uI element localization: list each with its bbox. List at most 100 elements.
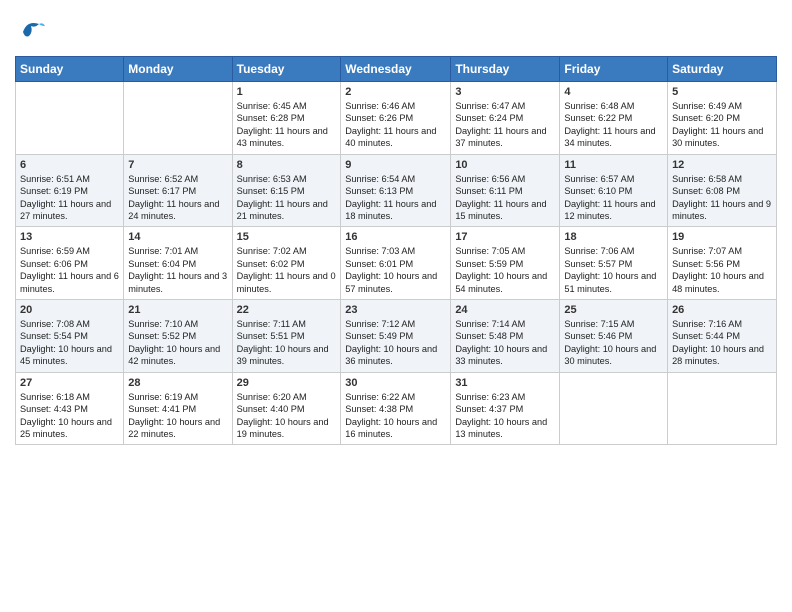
calendar-cell: 26 Sunrise: 7:16 AMSunset: 5:44 PMDayligh… bbox=[668, 300, 777, 373]
calendar-cell bbox=[124, 82, 232, 155]
calendar-cell: 29 Sunrise: 6:20 AMSunset: 4:40 PMDayligh… bbox=[232, 372, 341, 445]
cell-content: Sunrise: 6:53 AMSunset: 6:15 PMDaylight:… bbox=[237, 173, 337, 223]
cell-content: Sunrise: 6:20 AMSunset: 4:40 PMDaylight:… bbox=[237, 391, 337, 441]
cell-content: Sunrise: 6:19 AMSunset: 4:41 PMDaylight:… bbox=[128, 391, 227, 441]
cell-content: Sunrise: 7:15 AMSunset: 5:46 PMDaylight:… bbox=[564, 318, 663, 368]
calendar-cell: 27Sunrise: 6:18 AMSunset: 4:43 PMDayligh… bbox=[16, 372, 124, 445]
day-number: 18 bbox=[564, 231, 663, 243]
calendar-cell: 28 Sunrise: 6:19 AMSunset: 4:41 PMDayligh… bbox=[124, 372, 232, 445]
cell-content: Sunrise: 7:05 AMSunset: 5:59 PMDaylight:… bbox=[455, 245, 555, 295]
col-header-sunday: Sunday bbox=[16, 57, 124, 82]
day-number: 12 bbox=[672, 159, 772, 171]
day-number: 15 bbox=[237, 231, 337, 243]
cell-content: Sunrise: 6:23 AMSunset: 4:37 PMDaylight:… bbox=[455, 391, 555, 441]
calendar-cell: 17 Sunrise: 7:05 AMSunset: 5:59 PMDayligh… bbox=[451, 227, 560, 300]
calendar-cell: 8 Sunrise: 6:53 AMSunset: 6:15 PMDaylight… bbox=[232, 154, 341, 227]
calendar-cell: 21 Sunrise: 7:10 AMSunset: 5:52 PMDayligh… bbox=[124, 300, 232, 373]
calendar-cell: 1 Sunrise: 6:45 AMSunset: 6:28 PMDaylight… bbox=[232, 82, 341, 155]
day-number: 6 bbox=[20, 159, 119, 171]
calendar-cell: 5 Sunrise: 6:49 AMSunset: 6:20 PMDaylight… bbox=[668, 82, 777, 155]
day-number: 4 bbox=[564, 86, 663, 98]
day-number: 27 bbox=[20, 377, 119, 389]
cell-content: Sunrise: 7:06 AMSunset: 5:57 PMDaylight:… bbox=[564, 245, 663, 295]
cell-content: Sunrise: 6:54 AMSunset: 6:13 PMDaylight:… bbox=[345, 173, 446, 223]
logo bbox=[15, 16, 49, 48]
calendar-week-4: 20 Sunrise: 7:08 AMSunset: 5:54 PMDayligh… bbox=[16, 300, 777, 373]
col-header-wednesday: Wednesday bbox=[341, 57, 451, 82]
day-number: 30 bbox=[345, 377, 446, 389]
calendar-cell: 3Sunrise: 6:47 AMSunset: 6:24 PMDaylight… bbox=[451, 82, 560, 155]
day-number: 5 bbox=[672, 86, 772, 98]
day-number: 22 bbox=[237, 304, 337, 316]
calendar-cell: 16 Sunrise: 7:03 AMSunset: 6:01 PMDayligh… bbox=[341, 227, 451, 300]
calendar-cell: 30 Sunrise: 6:22 AMSunset: 4:38 PMDayligh… bbox=[341, 372, 451, 445]
cell-content: Sunrise: 6:48 AMSunset: 6:22 PMDaylight:… bbox=[564, 100, 663, 150]
day-number: 11 bbox=[564, 159, 663, 171]
calendar-cell: 22 Sunrise: 7:11 AMSunset: 5:51 PMDayligh… bbox=[232, 300, 341, 373]
calendar-cell: 15 Sunrise: 7:02 AMSunset: 6:02 PMDayligh… bbox=[232, 227, 341, 300]
calendar-cell: 23Sunrise: 7:12 AMSunset: 5:49 PMDayligh… bbox=[341, 300, 451, 373]
calendar-cell: 31 Sunrise: 6:23 AMSunset: 4:37 PMDayligh… bbox=[451, 372, 560, 445]
col-header-thursday: Thursday bbox=[451, 57, 560, 82]
calendar-cell: 13 Sunrise: 6:59 AMSunset: 6:06 PMDayligh… bbox=[16, 227, 124, 300]
col-header-saturday: Saturday bbox=[668, 57, 777, 82]
calendar-cell: 2 Sunrise: 6:46 AMSunset: 6:26 PMDaylight… bbox=[341, 82, 451, 155]
day-number: 29 bbox=[237, 377, 337, 389]
calendar-cell: 19Sunrise: 7:07 AMSunset: 5:56 PMDayligh… bbox=[668, 227, 777, 300]
day-number: 31 bbox=[455, 377, 555, 389]
day-number: 13 bbox=[20, 231, 119, 243]
cell-content: Sunrise: 6:47 AMSunset: 6:24 PMDaylight:… bbox=[455, 100, 555, 150]
col-header-friday: Friday bbox=[560, 57, 668, 82]
day-number: 24 bbox=[455, 304, 555, 316]
cell-content: Sunrise: 7:10 AMSunset: 5:52 PMDaylight:… bbox=[128, 318, 227, 368]
calendar-cell bbox=[560, 372, 668, 445]
day-number: 28 bbox=[128, 377, 227, 389]
calendar-week-5: 27Sunrise: 6:18 AMSunset: 4:43 PMDayligh… bbox=[16, 372, 777, 445]
cell-content: Sunrise: 6:52 AMSunset: 6:17 PMDaylight:… bbox=[128, 173, 227, 223]
day-number: 17 bbox=[455, 231, 555, 243]
cell-content: Sunrise: 7:11 AMSunset: 5:51 PMDaylight:… bbox=[237, 318, 337, 368]
day-number: 16 bbox=[345, 231, 446, 243]
cell-content: Sunrise: 6:56 AMSunset: 6:11 PMDaylight:… bbox=[455, 173, 555, 223]
calendar-cell: 4 Sunrise: 6:48 AMSunset: 6:22 PMDaylight… bbox=[560, 82, 668, 155]
cell-content: Sunrise: 6:46 AMSunset: 6:26 PMDaylight:… bbox=[345, 100, 446, 150]
cell-content: Sunrise: 6:49 AMSunset: 6:20 PMDaylight:… bbox=[672, 100, 772, 150]
day-number: 7 bbox=[128, 159, 227, 171]
cell-content: Sunrise: 7:02 AMSunset: 6:02 PMDaylight:… bbox=[237, 245, 337, 295]
day-number: 19 bbox=[672, 231, 772, 243]
calendar-cell: 6 Sunrise: 6:51 AMSunset: 6:19 PMDaylight… bbox=[16, 154, 124, 227]
day-number: 26 bbox=[672, 304, 772, 316]
calendar-cell: 20 Sunrise: 7:08 AMSunset: 5:54 PMDayligh… bbox=[16, 300, 124, 373]
cell-content: Sunrise: 6:58 AMSunset: 6:08 PMDaylight:… bbox=[672, 173, 772, 223]
day-number: 1 bbox=[237, 86, 337, 98]
cell-content: Sunrise: 7:03 AMSunset: 6:01 PMDaylight:… bbox=[345, 245, 446, 295]
calendar-cell: 24Sunrise: 7:14 AMSunset: 5:48 PMDayligh… bbox=[451, 300, 560, 373]
calendar-cell: 25 Sunrise: 7:15 AMSunset: 5:46 PMDayligh… bbox=[560, 300, 668, 373]
cell-content: Sunrise: 6:51 AMSunset: 6:19 PMDaylight:… bbox=[20, 173, 119, 223]
cell-content: Sunrise: 6:22 AMSunset: 4:38 PMDaylight:… bbox=[345, 391, 446, 441]
calendar-cell: 12 Sunrise: 6:58 AMSunset: 6:08 PMDayligh… bbox=[668, 154, 777, 227]
page: SundayMondayTuesdayWednesdayThursdayFrid… bbox=[0, 0, 792, 612]
calendar-body: 1 Sunrise: 6:45 AMSunset: 6:28 PMDaylight… bbox=[16, 82, 777, 445]
day-number: 25 bbox=[564, 304, 663, 316]
cell-content: Sunrise: 6:45 AMSunset: 6:28 PMDaylight:… bbox=[237, 100, 337, 150]
calendar-week-1: 1 Sunrise: 6:45 AMSunset: 6:28 PMDaylight… bbox=[16, 82, 777, 155]
calendar-week-3: 13 Sunrise: 6:59 AMSunset: 6:06 PMDayligh… bbox=[16, 227, 777, 300]
day-number: 21 bbox=[128, 304, 227, 316]
day-number: 2 bbox=[345, 86, 446, 98]
col-header-tuesday: Tuesday bbox=[232, 57, 341, 82]
calendar-header-row: SundayMondayTuesdayWednesdayThursdayFrid… bbox=[16, 57, 777, 82]
cell-content: Sunrise: 6:57 AMSunset: 6:10 PMDaylight:… bbox=[564, 173, 663, 223]
calendar-cell: 18 Sunrise: 7:06 AMSunset: 5:57 PMDayligh… bbox=[560, 227, 668, 300]
day-number: 10 bbox=[455, 159, 555, 171]
day-number: 9 bbox=[345, 159, 446, 171]
cell-content: Sunrise: 7:08 AMSunset: 5:54 PMDaylight:… bbox=[20, 318, 119, 368]
cell-content: Sunrise: 6:59 AMSunset: 6:06 PMDaylight:… bbox=[20, 245, 119, 295]
cell-content: Sunrise: 7:16 AMSunset: 5:44 PMDaylight:… bbox=[672, 318, 772, 368]
cell-content: Sunrise: 7:12 AMSunset: 5:49 PMDaylight:… bbox=[345, 318, 446, 368]
day-number: 20 bbox=[20, 304, 119, 316]
logo-text bbox=[15, 16, 49, 48]
day-number: 8 bbox=[237, 159, 337, 171]
day-number: 14 bbox=[128, 231, 227, 243]
calendar-cell: 10 Sunrise: 6:56 AMSunset: 6:11 PMDayligh… bbox=[451, 154, 560, 227]
